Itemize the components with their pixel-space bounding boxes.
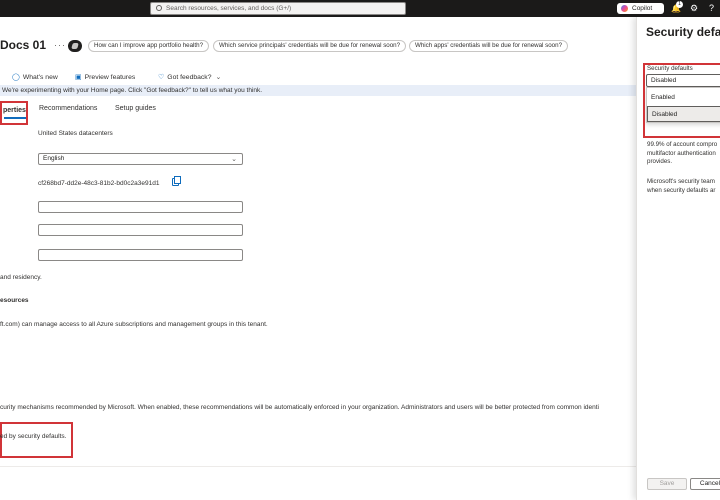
- feedback-label: Got feedback?: [167, 74, 212, 81]
- preview-features-label: Preview features: [84, 74, 136, 81]
- save-button[interactable]: Save: [647, 478, 687, 490]
- panel-text-line: when security defaults ar: [647, 186, 716, 194]
- copilot-label: Copilot: [632, 5, 653, 12]
- security-defaults-panel: Security defaults Security defaults Disa…: [636, 17, 720, 500]
- panel-title: Security defaults: [646, 25, 720, 39]
- highlight-box-dropdown: [643, 63, 720, 138]
- panel-text-line: 99.9% of account compro: [647, 141, 718, 148]
- panel-text-line: multifactor authentication: [647, 149, 716, 157]
- tab-recommendations[interactable]: Recommendations: [39, 105, 97, 112]
- whats-new-icon: ◯: [12, 74, 20, 81]
- suggestion-chip-app-health[interactable]: How can I improve app portfolio health?: [88, 40, 210, 52]
- cancel-button[interactable]: Cancel: [690, 478, 720, 490]
- tenant-id: cf268bd7-dd2e-48c3-81b2-bd0c2a3e91d1: [38, 180, 160, 187]
- help-icon[interactable]: ?: [709, 3, 714, 13]
- datacenter-location: United States datacenters: [38, 130, 113, 137]
- tab-setup-guides[interactable]: Setup guides: [115, 105, 156, 112]
- suggestion-chip-app-credentials[interactable]: Which apps' credentials will be due for …: [409, 40, 569, 52]
- page-title: Docs 01: [0, 38, 47, 52]
- residency-text: and residency.: [0, 274, 42, 281]
- panel-text-line: Microsoft's security team: [647, 178, 715, 185]
- panel-text-line: provides.: [647, 158, 673, 165]
- search-icon: [156, 5, 162, 11]
- copilot-prompt-icon[interactable]: [68, 40, 82, 52]
- global-search-input[interactable]: Search resources, services, and docs (G+…: [150, 2, 406, 15]
- language-dropdown[interactable]: English ⌄: [38, 153, 243, 165]
- whats-new-label: What's new: [22, 74, 58, 81]
- privacy-statement-field[interactable]: [38, 249, 243, 261]
- highlight-box-manage-security-defaults: [0, 422, 73, 458]
- security-defaults-description: curity mechanisms recommended by Microso…: [0, 404, 599, 411]
- whats-new-button[interactable]: ◯ What's new: [0, 73, 58, 81]
- top-navigation-bar: Search resources, services, and docs (G+…: [0, 0, 720, 17]
- info-banner: We're experimenting with your Home page.…: [0, 85, 636, 96]
- search-placeholder: Search resources, services, and docs (G+…: [166, 5, 292, 12]
- feedback-icon: ♡: [158, 74, 165, 81]
- access-management-text: ft.com) can manage access to all Azure s…: [0, 321, 268, 328]
- notification-badge: 1: [676, 1, 683, 8]
- tab-properties[interactable]: perties: [0, 101, 28, 125]
- technical-contact-field[interactable]: [38, 201, 243, 213]
- active-tab-indicator: [4, 117, 26, 119]
- footer-divider: [0, 466, 636, 467]
- tab-properties-label: perties: [3, 107, 26, 114]
- language-value: English: [43, 155, 65, 162]
- gear-icon[interactable]: ⚙: [690, 3, 698, 13]
- chevron-down-icon: ⌄: [215, 74, 222, 81]
- chevron-down-icon: ⌄: [231, 156, 237, 163]
- more-options-icon[interactable]: ···: [54, 40, 66, 50]
- copilot-icon: [621, 5, 628, 12]
- suggestion-chip-service-principals[interactable]: Which service principals' credentials wi…: [213, 40, 407, 52]
- feedback-button[interactable]: ♡ Got feedback? ⌄: [158, 73, 221, 81]
- privacy-contact-field[interactable]: [38, 224, 243, 236]
- preview-icon: ▣: [75, 74, 82, 81]
- copilot-button[interactable]: Copilot: [617, 3, 664, 14]
- copy-icon[interactable]: [172, 176, 181, 186]
- resources-heading: esources: [0, 297, 29, 304]
- preview-features-button[interactable]: ▣ Preview features: [75, 73, 135, 81]
- managed-by-security-defaults-text[interactable]: ed by security defaults.: [0, 433, 66, 440]
